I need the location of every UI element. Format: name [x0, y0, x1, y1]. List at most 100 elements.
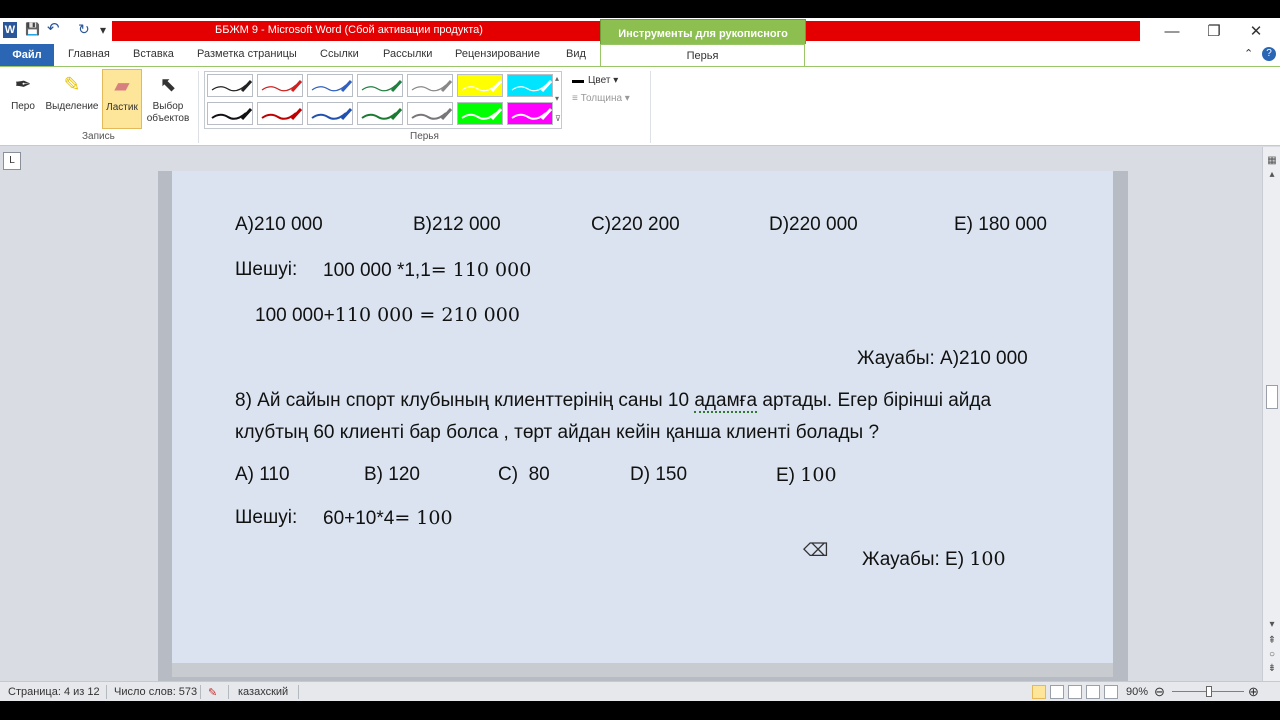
- minimize-button[interactable]: —: [1150, 20, 1194, 44]
- zoom-in-icon[interactable]: ⊕: [1248, 684, 1259, 700]
- highlighter-button[interactable]: ✎ Выделение: [44, 69, 100, 129]
- next-page-icon[interactable]: ⇟: [1266, 663, 1278, 675]
- status-divider: [200, 685, 201, 699]
- sol7-line1: 100 000 *1,1= 110 000: [323, 259, 531, 282]
- word-count[interactable]: Число слов: 573: [114, 686, 197, 698]
- word-window: W 💾 ↶ ↻ ▾ ББЖМ 9 - Microsoft Word (Сбой …: [0, 0, 1280, 720]
- tab-page-layout[interactable]: Разметка страницы: [197, 48, 297, 60]
- select-arrow-icon: ⬉: [159, 74, 177, 96]
- pen-swatch[interactable]: [507, 102, 553, 125]
- q8-option-e-math: 100: [800, 464, 837, 486]
- pen-color-icon: [572, 73, 584, 83]
- pen-swatch[interactable]: [257, 74, 303, 97]
- ruler-view-icon[interactable]: ▦: [1266, 155, 1278, 167]
- pen-swatch[interactable]: [207, 74, 253, 97]
- pen-swatch[interactable]: [507, 74, 553, 97]
- ruler-toggle-button[interactable]: L: [3, 152, 21, 170]
- ribbon-collapse-icon[interactable]: ⌃: [1244, 47, 1253, 60]
- status-divider: [228, 685, 229, 699]
- pen-button[interactable]: ✒ Перо: [3, 69, 43, 129]
- gallery-down-icon[interactable]: ▾: [555, 94, 559, 103]
- zoom-level[interactable]: 90%: [1126, 686, 1148, 698]
- pen-swatch[interactable]: [407, 102, 453, 125]
- pen-swatch[interactable]: [257, 102, 303, 125]
- eraser-button-label: Ластик: [106, 102, 138, 113]
- zoom-out-icon[interactable]: ⊖: [1154, 684, 1165, 700]
- sol8-line: 60+10*4= 100: [323, 507, 453, 530]
- pen-swatch[interactable]: [307, 102, 353, 125]
- gallery-up-icon[interactable]: ▴: [555, 74, 559, 83]
- close-button[interactable]: ✕: [1234, 20, 1278, 44]
- eraser-button[interactable]: ▰ Ластик: [102, 69, 142, 129]
- scroll-up-icon[interactable]: ▴: [1266, 169, 1278, 181]
- gallery-more-icon[interactable]: ⊽: [555, 114, 561, 123]
- zoom-slider-thumb[interactable]: [1206, 686, 1212, 697]
- sol8-math: = 100: [394, 507, 453, 529]
- tab-file[interactable]: Файл: [0, 44, 54, 66]
- q8-line1-a: 8) Ай сайын спорт клубының клиенттерінің…: [235, 390, 695, 411]
- spellcheck-status-icon[interactable]: ✎: [208, 686, 217, 699]
- pen-swatch[interactable]: [457, 102, 503, 125]
- pen-swatch[interactable]: [207, 102, 253, 125]
- window-title: ББЖМ 9 - Microsoft Word (Сбой активации …: [215, 24, 483, 36]
- group-record-label: Запись: [82, 131, 115, 142]
- tab-pens[interactable]: Перья: [600, 44, 805, 68]
- q8-line2: клубтың 60 клиенті бар болса , төрт айда…: [235, 422, 880, 443]
- status-divider: [298, 685, 299, 699]
- document-page[interactable]: A)210 000 B)212 000 C)220 200 D)220 000 …: [172, 171, 1113, 663]
- answer-8: Жауабы: E) 100: [862, 548, 1006, 571]
- sol8-label: Шешуі:: [235, 507, 298, 528]
- answer-7: Жауабы: A)210 000: [857, 348, 1028, 369]
- full-screen-view-icon[interactable]: [1050, 685, 1064, 699]
- sol7-label: Шешуі:: [235, 259, 298, 280]
- print-layout-view-icon[interactable]: [1032, 685, 1046, 699]
- q7-option-e: E) 180 000: [954, 214, 1047, 235]
- prev-page-icon[interactable]: ⇞: [1266, 635, 1278, 647]
- web-layout-view-icon[interactable]: [1068, 685, 1082, 699]
- thickness-dropdown[interactable]: ≡ Толщина ▾: [572, 93, 630, 104]
- word-app-icon[interactable]: W: [3, 22, 17, 38]
- q8-line1-b: артады. Егер бірінші айда: [757, 390, 992, 411]
- scroll-thumb[interactable]: [1266, 385, 1278, 409]
- color-label: Цвет: [588, 75, 611, 86]
- status-divider: [106, 685, 107, 699]
- browse-object-icon[interactable]: ○: [1266, 649, 1278, 661]
- tab-references[interactable]: Ссылки: [320, 48, 359, 60]
- pen-swatch[interactable]: [457, 74, 503, 97]
- q8-line1: 8) Ай сайын спорт клубының клиенттерінің…: [235, 390, 992, 413]
- tab-mailings[interactable]: Рассылки: [383, 48, 432, 60]
- tab-review[interactable]: Рецензирование: [455, 48, 540, 60]
- redo-icon[interactable]: ↻: [78, 20, 90, 38]
- top-black-band: [0, 0, 1280, 18]
- pen-swatch[interactable]: [407, 74, 453, 97]
- q7-option-b: B)212 000: [413, 214, 501, 235]
- select-objects-button[interactable]: ⬉ Выбор объектов: [142, 69, 194, 129]
- ruler-area: [0, 147, 1264, 171]
- answer-8-math: 100: [969, 548, 1006, 570]
- q7-option-d: D)220 000: [769, 214, 858, 235]
- scroll-down-icon[interactable]: ▾: [1266, 619, 1278, 631]
- pen-swatch[interactable]: [307, 74, 353, 97]
- restore-button[interactable]: ❐: [1192, 20, 1236, 44]
- pen-swatch[interactable]: [357, 102, 403, 125]
- color-dropdown[interactable]: Цвет ▾: [572, 73, 618, 86]
- pen-swatch[interactable]: [357, 74, 403, 97]
- save-icon[interactable]: 💾: [25, 20, 40, 38]
- page-count[interactable]: Страница: 4 из 12: [8, 686, 100, 698]
- outline-view-icon[interactable]: [1086, 685, 1100, 699]
- eraser-icon: ▰: [114, 75, 130, 97]
- spellcheck-word[interactable]: адамға: [694, 390, 758, 413]
- sol7-line2-math: 110 000 = 210 000: [334, 304, 520, 326]
- draft-view-icon[interactable]: [1104, 685, 1118, 699]
- tab-home[interactable]: Главная: [68, 48, 110, 60]
- tab-insert[interactable]: Вставка: [133, 48, 174, 60]
- ribbon-divider-2: [650, 71, 651, 143]
- qat-dropdown-icon[interactable]: ▾: [100, 21, 106, 39]
- pen-gallery: ▴ ▾ ⊽: [204, 71, 562, 129]
- help-icon[interactable]: ?: [1262, 47, 1276, 61]
- language-indicator[interactable]: казахский: [238, 686, 288, 698]
- select-objects-label: Выбор объектов: [146, 101, 190, 124]
- vertical-scrollbar[interactable]: ▦ ▴ ▾ ⇞ ○ ⇟: [1262, 147, 1280, 681]
- tab-view[interactable]: Вид: [566, 48, 586, 60]
- undo-icon[interactable]: ↶: [47, 20, 60, 38]
